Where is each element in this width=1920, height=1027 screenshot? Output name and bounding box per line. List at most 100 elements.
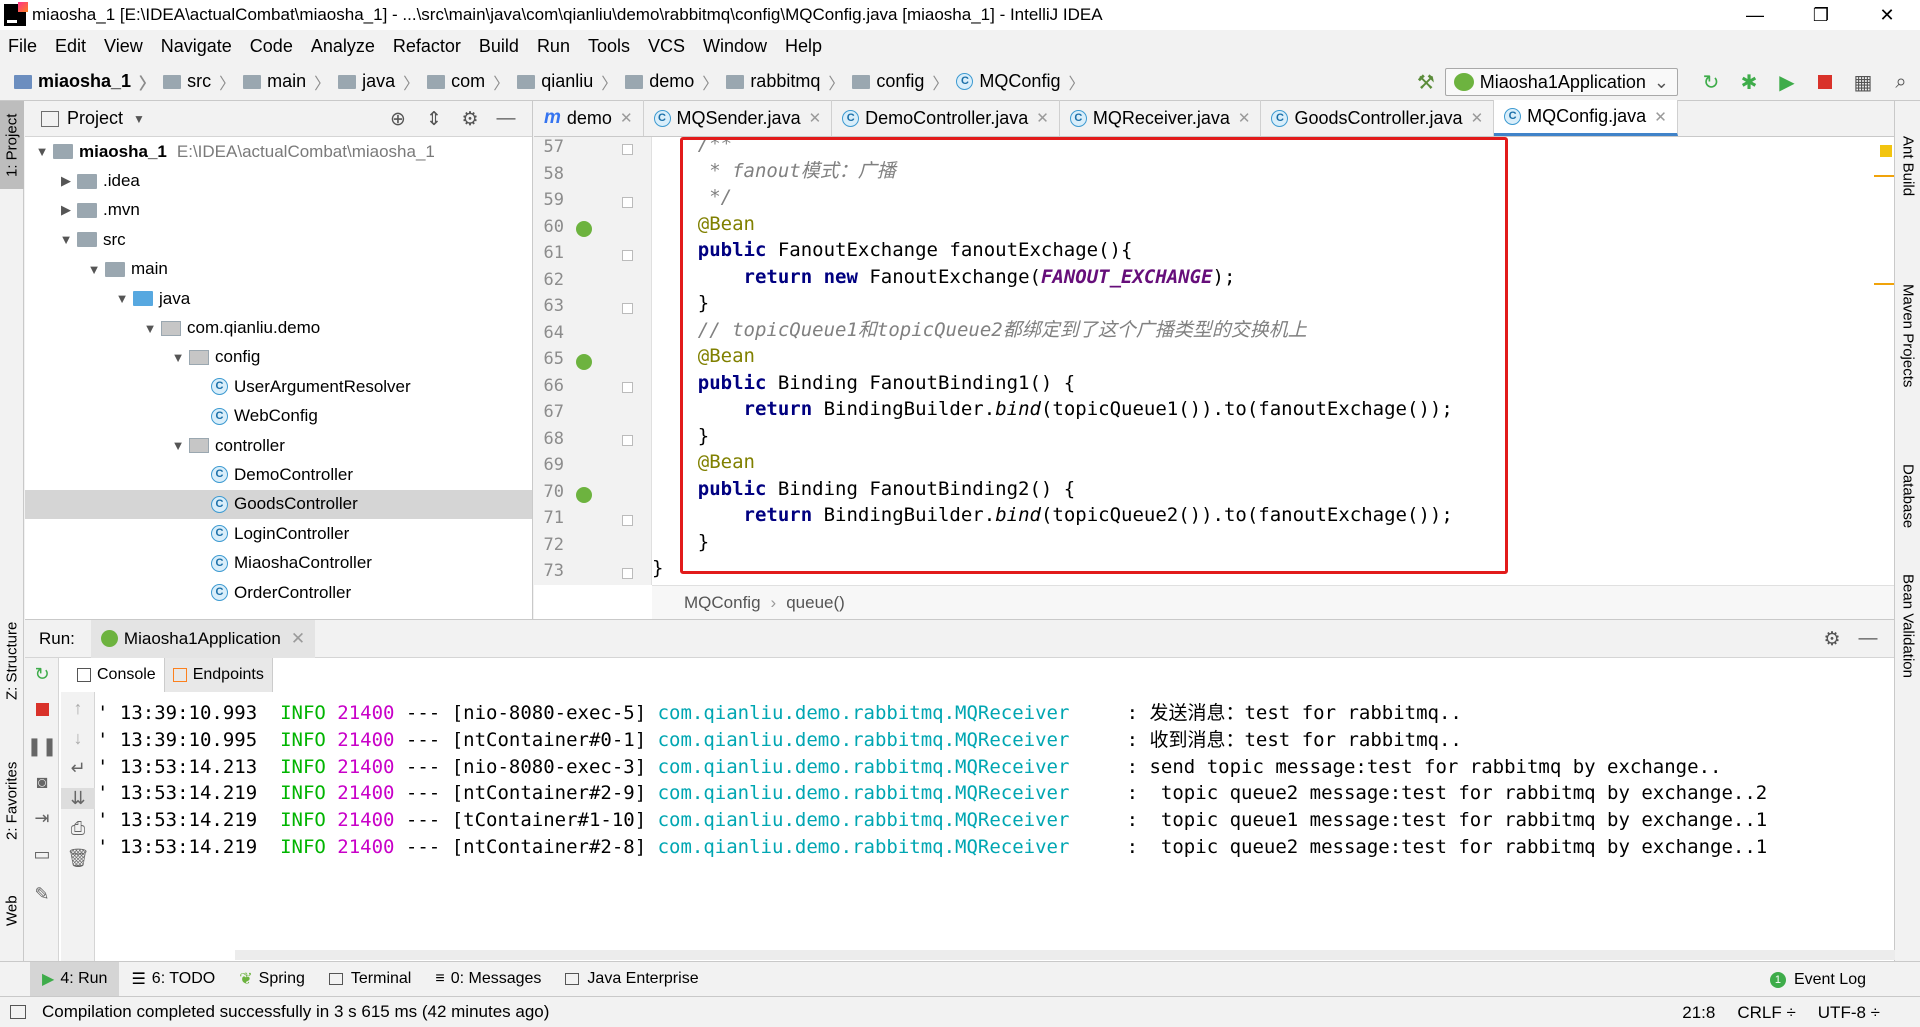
tab-mqreceiver[interactable]: C MQReceiver.java ✕	[1060, 100, 1262, 136]
fold-marker-icon[interactable]	[622, 435, 633, 446]
fold-marker-icon[interactable]	[622, 515, 633, 526]
chevron-right-icon[interactable]: ▶	[55, 173, 77, 189]
tab-demo[interactable]: m demo ✕	[534, 100, 644, 136]
tool-java-enterprise[interactable]: Java Enterprise	[553, 962, 710, 997]
tool-windows-icon[interactable]	[10, 1005, 26, 1019]
crumb-com[interactable]: com 〉	[427, 70, 509, 94]
ant-build-tab[interactable]: Ant Build	[1895, 121, 1920, 211]
project-structure-icon[interactable]: ▦	[1844, 68, 1882, 96]
crumb-rabbitmq[interactable]: rabbitmq 〉	[726, 70, 844, 94]
fold-marker-icon[interactable]	[622, 144, 633, 155]
print-icon[interactable]: ⎙	[61, 818, 95, 839]
menu-view[interactable]: View	[104, 36, 143, 57]
collapse-all-icon[interactable]: ⇕	[416, 108, 452, 131]
maven-projects-tab[interactable]: Maven Projects	[1895, 261, 1920, 411]
editor-scrollbar[interactable]	[1874, 137, 1894, 585]
tree-item[interactable]: C UserArgumentResolver	[25, 372, 532, 401]
minimize-button[interactable]: —	[1722, 0, 1788, 30]
breadcrumb-method[interactable]: queue()	[786, 593, 845, 613]
search-everywhere-icon[interactable]: ⌕	[1882, 68, 1920, 96]
run-session-tab[interactable]: Miaosha1Application ✕	[90, 619, 316, 658]
menu-vcs[interactable]: VCS	[648, 36, 685, 57]
fold-marker-icon[interactable]	[622, 197, 633, 208]
caret-position[interactable]: 21:8	[1682, 1003, 1715, 1023]
tree-item[interactable]: ▼ main	[25, 255, 532, 284]
tab-democontroller[interactable]: C DemoController.java ✕	[832, 100, 1060, 136]
chevron-down-icon[interactable]: ▼	[83, 262, 105, 277]
inspection-status-icon[interactable]	[1880, 145, 1892, 157]
event-log-button[interactable]: 1 Event Log	[1769, 962, 1866, 997]
tree-item[interactable]: ▼ controller	[25, 431, 532, 460]
chevron-down-icon[interactable]: ▼	[167, 438, 189, 453]
tree-item[interactable]: C OrderController	[25, 578, 532, 607]
menu-window[interactable]: Window	[703, 36, 767, 57]
scroll-to-end-icon[interactable]: ⇊	[61, 788, 95, 809]
project-tool-tab[interactable]: 1: Project	[0, 101, 24, 189]
file-encoding[interactable]: UTF-8 ÷	[1818, 1003, 1880, 1023]
tool-terminal[interactable]: Terminal	[317, 962, 423, 997]
crumb-qianliu[interactable]: qianliu 〉	[517, 70, 617, 94]
camera-icon[interactable]: ◙	[25, 772, 59, 793]
fold-marker-icon[interactable]	[622, 568, 633, 579]
menu-edit[interactable]: Edit	[55, 36, 86, 57]
tree-item[interactable]: C DemoController	[25, 460, 532, 489]
menu-help[interactable]: Help	[785, 36, 822, 57]
rerun-icon[interactable]: ↻	[1692, 68, 1730, 96]
soft-wrap-icon[interactable]: ↵	[61, 758, 95, 779]
tree-item[interactable]: C WebConfig	[25, 402, 532, 431]
menu-navigate[interactable]: Navigate	[161, 36, 232, 57]
tool-run[interactable]: ▶ 4: Run	[30, 961, 120, 997]
hide-panel-icon[interactable]: —	[488, 108, 524, 130]
menu-code[interactable]: Code	[250, 36, 293, 57]
menu-refactor[interactable]: Refactor	[393, 36, 461, 57]
arrow-up-icon[interactable]: ↑	[61, 698, 95, 719]
spring-bean-gutter-icon[interactable]	[576, 221, 592, 237]
crumb-main[interactable]: main 〉	[243, 70, 330, 94]
chevron-down-icon[interactable]: ▼	[133, 112, 145, 126]
coverage-icon[interactable]: ▶	[1768, 68, 1806, 96]
tree-item[interactable]: ▼ config	[25, 343, 532, 372]
locate-target-icon[interactable]: ⊕	[380, 108, 416, 131]
gear-icon[interactable]: ⚙	[1814, 628, 1850, 651]
trash-icon[interactable]: 🗑	[61, 848, 95, 869]
gear-icon[interactable]: ⚙	[452, 108, 488, 131]
console-output[interactable]: ' 13:39:10.993 INFO 21400 --- [nio-8080-…	[97, 700, 1894, 950]
arrow-down-icon[interactable]: ↓	[61, 728, 95, 749]
stop-icon[interactable]	[1806, 68, 1844, 96]
fold-marker-icon[interactable]	[622, 382, 633, 393]
code-editor[interactable]: /** * fanout模式：广播 */ @Bean public Fanout…	[652, 137, 1888, 585]
crumb-config[interactable]: config 〉	[852, 70, 948, 94]
menu-build[interactable]: Build	[479, 36, 519, 57]
crumb-demo[interactable]: demo 〉	[625, 70, 718, 94]
run-configuration-select[interactable]: Miaosha1Application ⌄	[1444, 68, 1678, 96]
fold-marker-icon[interactable]	[622, 250, 633, 261]
layout-icon[interactable]: ▭	[25, 844, 59, 865]
hide-panel-icon[interactable]: —	[1850, 628, 1886, 650]
chevron-down-icon[interactable]: ▼	[111, 291, 133, 306]
bean-validation-tab[interactable]: Bean Validation	[1895, 551, 1920, 701]
tree-root[interactable]: ▼ miaosha_1 E:\IDEA\actualCombat\miaosha…	[25, 137, 532, 166]
favorites-tool-tab[interactable]: 2: Favorites	[0, 751, 24, 851]
close-tab-icon[interactable]: ✕	[620, 109, 633, 127]
menu-run[interactable]: Run	[537, 36, 570, 57]
close-tab-icon[interactable]: ✕	[1036, 109, 1049, 127]
chevron-down-icon[interactable]: ▼	[139, 321, 161, 336]
close-tab-icon[interactable]: ✕	[291, 629, 305, 649]
tree-item[interactable]: ▼ java	[25, 284, 532, 313]
spring-bean-gutter-icon[interactable]	[576, 354, 592, 370]
build-hammer-icon[interactable]: ⚒	[1407, 68, 1445, 96]
close-tab-icon[interactable]: ✕	[1238, 109, 1251, 127]
tool-todo[interactable]: ☰ 6: TODO	[119, 962, 227, 997]
tab-mqconfig-active[interactable]: C MQConfig.java ✕	[1494, 100, 1678, 136]
project-view-select[interactable]: Project	[67, 108, 123, 129]
tree-item[interactable]: C LoginController	[25, 519, 532, 548]
exit-icon[interactable]: ⇥	[25, 808, 59, 829]
crumb-java[interactable]: java 〉	[338, 70, 419, 94]
fold-marker-icon[interactable]	[622, 303, 633, 314]
close-tab-icon[interactable]: ✕	[1654, 108, 1667, 126]
crumb-mqconfig[interactable]: C MQConfig 〉	[956, 70, 1084, 94]
breadcrumb-class[interactable]: MQConfig	[684, 593, 761, 613]
pin-icon[interactable]: ✎	[25, 884, 59, 905]
tree-item-selected[interactable]: C GoodsController	[25, 489, 532, 520]
tab-endpoints[interactable]: Endpoints	[164, 658, 273, 692]
